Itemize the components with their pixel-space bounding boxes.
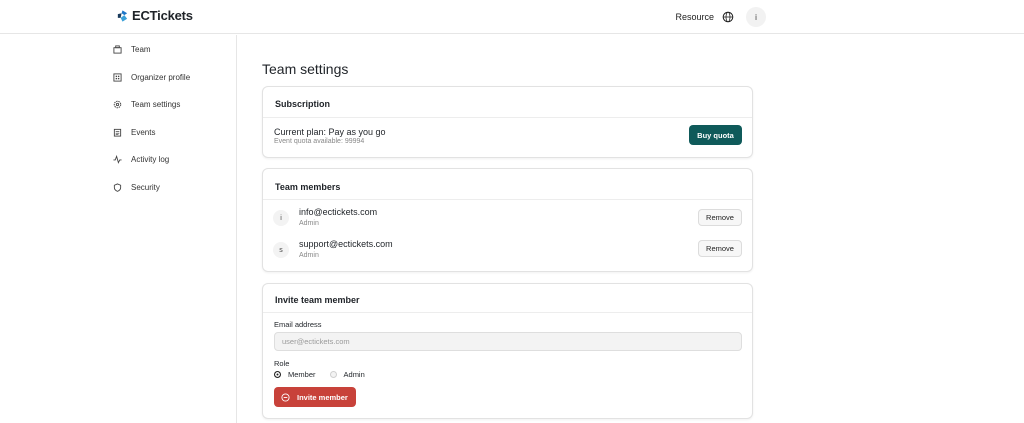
- invite-card: Invite team member Email address Role Me…: [262, 283, 753, 419]
- radio-unselected-icon: [329, 371, 337, 378]
- sidebar-item-team[interactable]: Team: [113, 45, 151, 54]
- sidebar-item-team-settings[interactable]: Team settings: [113, 100, 180, 109]
- role-radio-member[interactable]: Member: [274, 370, 316, 379]
- resource-link[interactable]: Resource: [675, 12, 714, 22]
- card-divider: [263, 199, 752, 200]
- member-role: Admin: [299, 252, 319, 259]
- logo-text: ECTickets: [132, 8, 193, 23]
- remove-member-button[interactable]: Remove: [698, 209, 742, 226]
- shield-icon: [113, 183, 122, 192]
- role-radio-admin[interactable]: Admin: [329, 370, 365, 379]
- sidebar-item-label: Events: [131, 128, 156, 137]
- subscription-card: Subscription Current plan: Pay as you go…: [262, 86, 753, 158]
- email-field[interactable]: [274, 332, 742, 351]
- member-role: Admin: [299, 220, 319, 227]
- calendar-icon: [113, 128, 122, 137]
- subscription-title: Subscription: [275, 99, 331, 109]
- role-radio-group: Member Admin: [274, 370, 365, 379]
- team-members-card: Team members i info@ectickets.com Admin …: [262, 168, 753, 272]
- member-email: info@ectickets.com: [299, 207, 378, 217]
- member-email: support@ectickets.com: [299, 239, 393, 249]
- user-avatar-button[interactable]: i: [746, 7, 766, 27]
- remove-member-button[interactable]: Remove: [698, 240, 742, 257]
- top-bar: ECTickets Resource i: [0, 0, 1024, 34]
- plus-circle-icon: [281, 392, 290, 402]
- gear-icon: [113, 100, 122, 109]
- quota-text: Event quota available: 99994: [274, 138, 365, 145]
- sidebar-item-events[interactable]: Events: [113, 128, 155, 137]
- list-item: s support@ectickets.com Admin: [273, 239, 393, 259]
- sidebar-item-label: Activity log: [131, 155, 170, 164]
- invite-title: Invite team member: [275, 295, 360, 305]
- sidebar-item-label: Security: [131, 183, 160, 192]
- logo[interactable]: ECTickets: [116, 8, 193, 23]
- team-icon: [113, 45, 122, 54]
- list-item: i info@ectickets.com Admin: [273, 207, 377, 227]
- avatar: i: [273, 210, 289, 226]
- radio-label: Member: [288, 370, 316, 379]
- ectickets-logo-icon: [117, 9, 128, 22]
- radio-selected-icon: [274, 371, 281, 378]
- role-label: Role: [274, 359, 290, 368]
- activity-icon: [113, 155, 122, 164]
- sidebar: Team Organizer profile Team settings Eve…: [0, 35, 237, 423]
- page-title: Team settings: [262, 61, 349, 77]
- buy-quota-button[interactable]: Buy quota: [689, 125, 742, 145]
- current-plan-text: Current plan: Pay as you go: [274, 127, 386, 137]
- globe-icon[interactable]: [722, 11, 734, 23]
- sidebar-item-security[interactable]: Security: [113, 183, 160, 192]
- sidebar-item-activity-log[interactable]: Activity log: [113, 155, 169, 164]
- sidebar-item-label: Team: [131, 45, 151, 54]
- invite-button-label: Invite member: [297, 392, 348, 402]
- building-icon: [113, 73, 122, 82]
- sidebar-item-organizer-profile[interactable]: Organizer profile: [113, 73, 190, 82]
- sidebar-item-label: Organizer profile: [131, 73, 191, 82]
- sidebar-item-label: Team settings: [131, 100, 181, 109]
- avatar: s: [273, 242, 289, 258]
- email-label: Email address: [274, 320, 322, 329]
- card-divider: [263, 117, 752, 118]
- team-members-title: Team members: [275, 182, 341, 192]
- radio-label: Admin: [343, 370, 365, 379]
- card-divider: [263, 312, 752, 313]
- invite-member-button[interactable]: Invite member: [274, 387, 356, 407]
